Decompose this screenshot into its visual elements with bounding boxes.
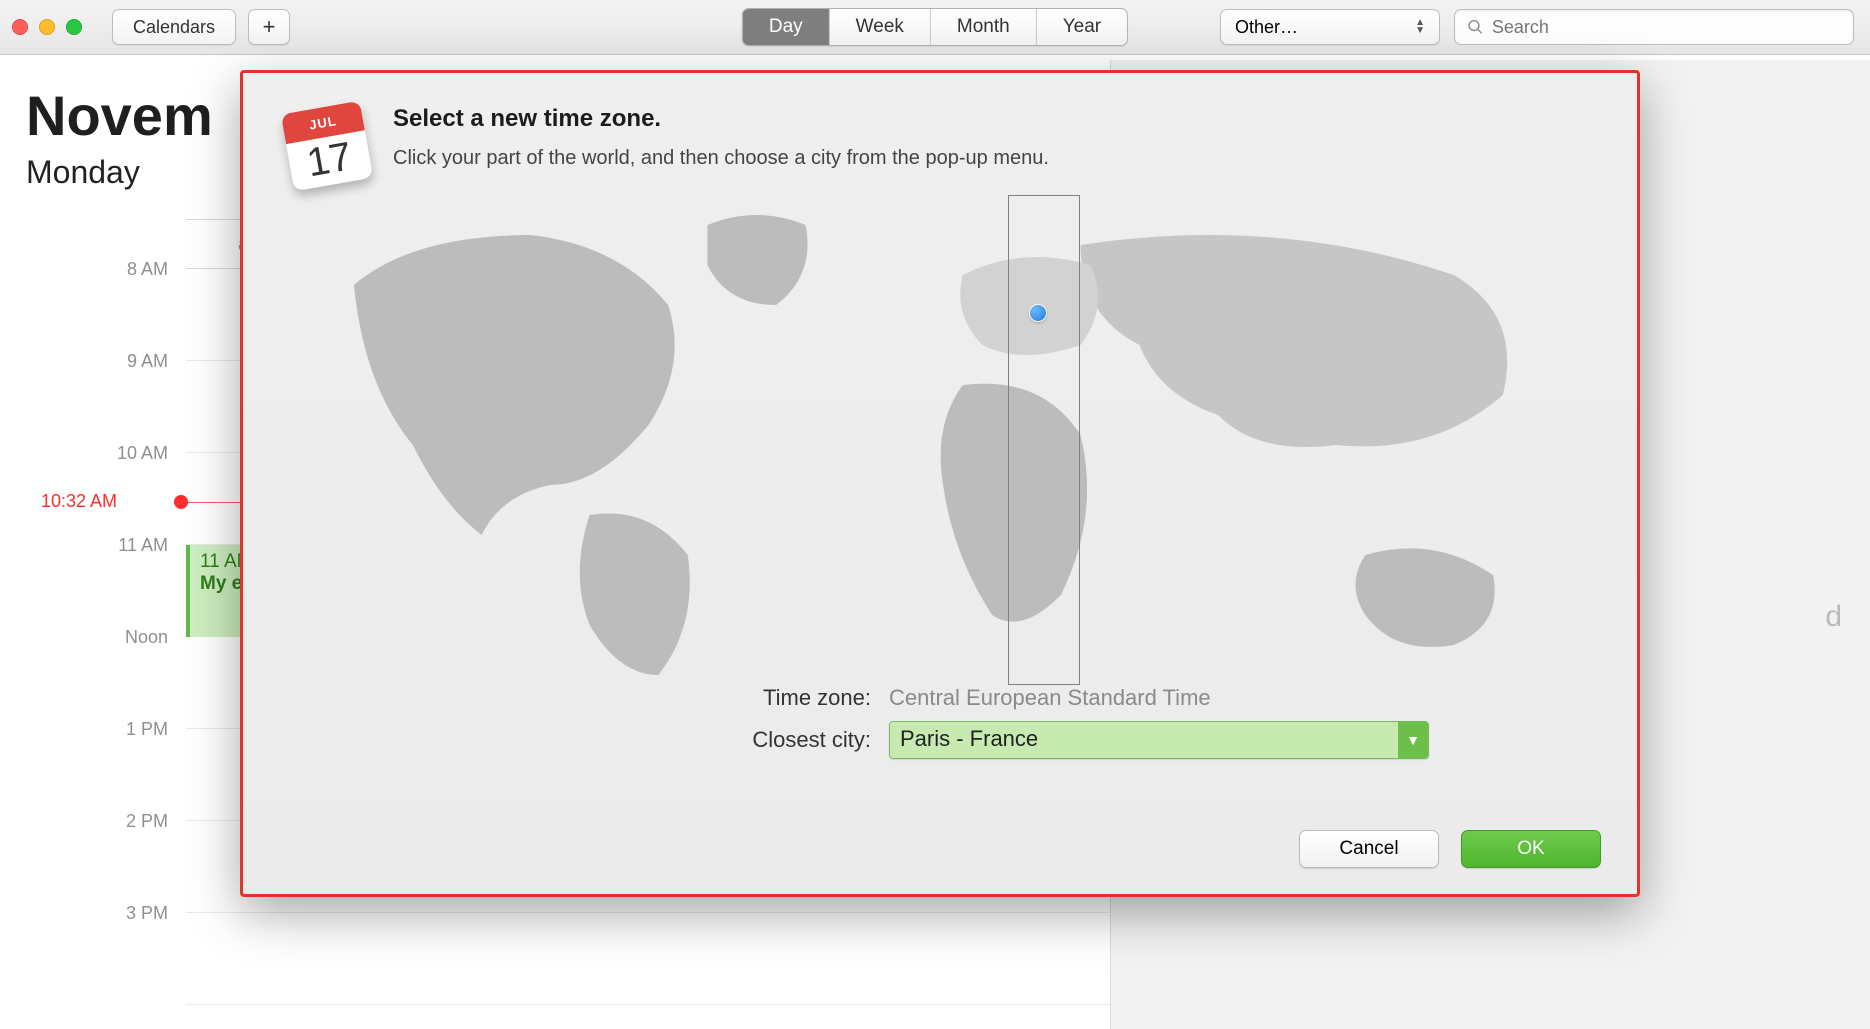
hour-label: 2 PM bbox=[126, 811, 168, 832]
current-time-label: 10:32 AM bbox=[41, 491, 117, 512]
fullscreen-window-button[interactable] bbox=[66, 19, 82, 35]
close-window-button[interactable] bbox=[12, 19, 28, 35]
timezone-form: Time zone: Central European Standard Tim… bbox=[279, 685, 1601, 759]
search-input[interactable] bbox=[1492, 17, 1841, 38]
add-event-button[interactable]: + bbox=[248, 9, 290, 45]
modal-title: Select a new time zone. bbox=[393, 105, 1049, 133]
toolbar: Calendars + Day Week Month Year Other… ▲… bbox=[0, 0, 1870, 55]
hour-label: 10 AM bbox=[117, 443, 168, 464]
world-map-shape-icon bbox=[295, 195, 1601, 685]
hour-label: 1 PM bbox=[126, 719, 168, 740]
timezone-value: Central European Standard Time bbox=[889, 685, 1429, 711]
calendars-button[interactable]: Calendars bbox=[112, 9, 236, 45]
tab-week[interactable]: Week bbox=[830, 9, 931, 45]
hour-label: 9 AM bbox=[127, 351, 168, 372]
timezone-label: Time zone: bbox=[451, 685, 871, 711]
chevron-updown-icon: ▲▼ bbox=[1415, 19, 1425, 35]
modal-buttons: Cancel OK bbox=[1299, 830, 1601, 868]
other-calendars-dropdown[interactable]: Other… ▲▼ bbox=[1220, 9, 1440, 45]
current-time-dot-icon bbox=[174, 495, 188, 509]
calendar-app-icon: JUL 17 bbox=[279, 99, 369, 189]
search-field[interactable] bbox=[1454, 9, 1854, 45]
tab-day[interactable]: Day bbox=[743, 9, 830, 45]
timezone-modal: JUL 17 Select a new time zone. Click you… bbox=[240, 70, 1640, 897]
ok-button[interactable]: OK bbox=[1461, 830, 1601, 868]
world-map[interactable] bbox=[295, 195, 1601, 685]
closest-city-label: Closest city: bbox=[451, 727, 871, 753]
hour-label: 11 AM bbox=[118, 535, 168, 556]
inspector-placeholder: d bbox=[1825, 600, 1842, 634]
tab-month[interactable]: Month bbox=[931, 9, 1037, 45]
closest-city-combobox[interactable]: Paris - France ▼ bbox=[889, 721, 1429, 759]
minimize-window-button[interactable] bbox=[39, 19, 55, 35]
hour-label: 3 PM bbox=[126, 903, 168, 924]
chevron-down-icon: ▼ bbox=[1398, 722, 1428, 758]
location-pin-icon bbox=[1030, 305, 1046, 321]
hour-label: Noon bbox=[125, 627, 168, 648]
view-switcher: Day Week Month Year bbox=[742, 8, 1128, 46]
cancel-button[interactable]: Cancel bbox=[1299, 830, 1439, 868]
other-calendars-label: Other… bbox=[1235, 17, 1298, 38]
tab-year[interactable]: Year bbox=[1037, 9, 1127, 45]
time-labels-col bbox=[26, 219, 186, 1005]
window-controls bbox=[12, 19, 82, 35]
timezone-strip bbox=[1008, 195, 1080, 685]
modal-subtitle: Click your part of the world, and then c… bbox=[393, 147, 1049, 170]
closest-city-value: Paris - France bbox=[890, 722, 1398, 758]
hour-label: 8 AM bbox=[127, 259, 168, 280]
search-icon bbox=[1467, 18, 1484, 36]
